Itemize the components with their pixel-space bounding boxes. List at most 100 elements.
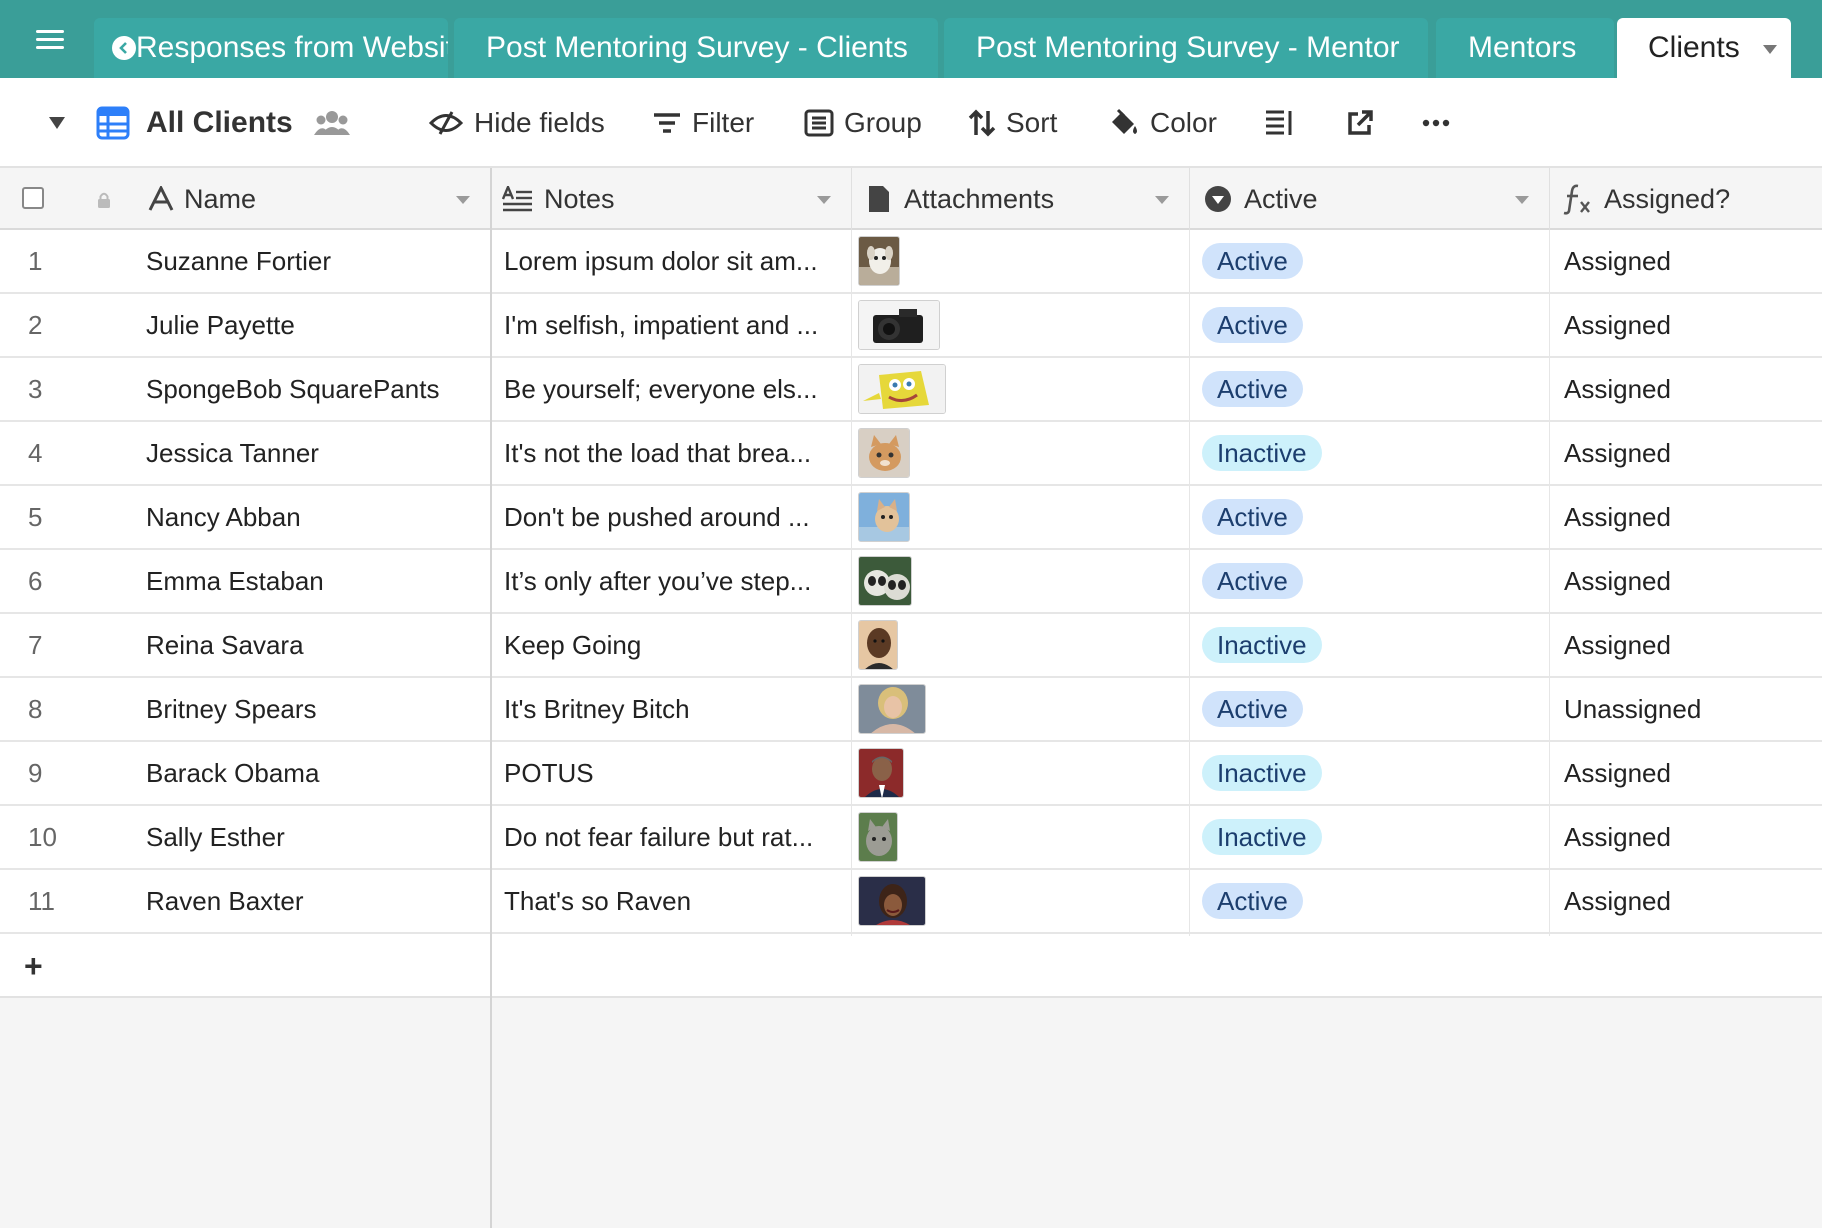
attachment-thumbnail[interactable] bbox=[858, 556, 912, 606]
status-cell[interactable]: Active bbox=[1190, 486, 1550, 548]
attachments-cell[interactable] bbox=[852, 870, 1190, 932]
table-row[interactable]: 7 Reina Savara Keep Going Inactive Assigned bbox=[0, 614, 1822, 678]
notes-cell[interactable]: Do not fear failure but rat... bbox=[492, 806, 852, 868]
attachments-cell[interactable] bbox=[852, 614, 1190, 676]
name-cell[interactable]: Suzanne Fortier bbox=[130, 230, 492, 292]
hamburger-menu-icon[interactable] bbox=[36, 28, 66, 52]
name-cell[interactable]: Raven Baxter bbox=[130, 870, 492, 932]
table-row[interactable]: 1 Suzanne Fortier Lorem ipsum dolor sit am… bbox=[0, 230, 1822, 294]
attachments-cell[interactable] bbox=[852, 550, 1190, 612]
attachments-cell[interactable] bbox=[852, 422, 1190, 484]
attachments-cell[interactable] bbox=[852, 742, 1190, 804]
column-header-attachments[interactable]: Attachments bbox=[852, 168, 1190, 230]
notes-cell[interactable]: It’s only after you’ve step... bbox=[492, 550, 852, 612]
status-cell[interactable]: Active bbox=[1190, 870, 1550, 932]
share-view-button[interactable] bbox=[1346, 78, 1384, 168]
status-cell[interactable]: Active bbox=[1190, 230, 1550, 292]
attachment-thumbnail[interactable] bbox=[858, 748, 904, 798]
name-cell[interactable]: Julie Payette bbox=[130, 294, 492, 356]
notes-cell[interactable]: Lorem ipsum dolor sit am... bbox=[492, 230, 852, 292]
notes-cell[interactable]: I'm selfish, impatient and ... bbox=[492, 294, 852, 356]
tab-label: Post Mentoring Survey - Mentor bbox=[976, 31, 1400, 64]
name-cell[interactable]: Emma Estaban bbox=[130, 550, 492, 612]
attachment-thumbnail[interactable] bbox=[858, 876, 926, 926]
table-row[interactable]: 3 SpongeBob SquarePants Be yourself; every… bbox=[0, 358, 1822, 422]
attachment-thumbnail[interactable] bbox=[858, 428, 910, 478]
add-record-plus-icon[interactable]: + bbox=[24, 950, 48, 982]
table-row[interactable]: 11 Raven Baxter That's so Raven Active Assig… bbox=[0, 870, 1822, 934]
table-row[interactable]: 8 Britney Spears It's Britney Bitch Active U… bbox=[0, 678, 1822, 742]
select-all-checkbox[interactable] bbox=[22, 187, 44, 209]
tab-clients[interactable]: Clients bbox=[1617, 18, 1791, 78]
attachments-cell[interactable] bbox=[852, 486, 1190, 548]
attachments-cell[interactable] bbox=[852, 294, 1190, 356]
notes-cell[interactable]: That's so Raven bbox=[492, 870, 852, 932]
color-button[interactable]: Color bbox=[1108, 78, 1217, 168]
name-cell[interactable]: SpongeBob SquarePants bbox=[130, 358, 492, 420]
name-cell[interactable]: Britney Spears bbox=[130, 678, 492, 740]
notes-cell[interactable]: It's not the load that brea... bbox=[492, 422, 852, 484]
column-header-active[interactable]: Active bbox=[1190, 168, 1550, 230]
scroll-left-icon[interactable] bbox=[112, 36, 136, 60]
tab-menu-caret-icon[interactable] bbox=[1763, 45, 1777, 54]
attachment-thumbnail[interactable] bbox=[858, 492, 910, 542]
status-cell[interactable]: Inactive bbox=[1190, 806, 1550, 868]
attachments-cell[interactable] bbox=[852, 678, 1190, 740]
name-cell[interactable]: Nancy Abban bbox=[130, 486, 492, 548]
view-switcher-toggle[interactable] bbox=[48, 78, 76, 168]
sort-button[interactable]: Sort bbox=[968, 78, 1057, 168]
collaborative-view-icon[interactable] bbox=[314, 78, 360, 168]
view-name-button[interactable]: All Clients bbox=[96, 78, 293, 168]
column-menu-caret-icon[interactable] bbox=[1155, 196, 1169, 204]
name-cell[interactable]: Jessica Tanner bbox=[130, 422, 492, 484]
attachment-thumbnail[interactable] bbox=[858, 620, 898, 670]
attachment-thumbnail[interactable] bbox=[858, 364, 946, 414]
formula-icon bbox=[1563, 184, 1590, 215]
notes-cell[interactable]: Don't be pushed around ... bbox=[492, 486, 852, 548]
status-cell[interactable]: Active bbox=[1190, 550, 1550, 612]
column-menu-caret-icon[interactable] bbox=[817, 196, 831, 204]
hide-fields-button[interactable]: Hide fields bbox=[428, 78, 605, 168]
status-cell[interactable]: Inactive bbox=[1190, 614, 1550, 676]
column-menu-caret-icon[interactable] bbox=[1515, 196, 1529, 204]
attachments-cell[interactable] bbox=[852, 230, 1190, 292]
tab-post-mentoring-survey-mentor[interactable]: Post Mentoring Survey - Mentor bbox=[944, 18, 1428, 78]
name-cell[interactable]: Reina Savara bbox=[130, 614, 492, 676]
attachment-thumbnail[interactable] bbox=[858, 236, 900, 286]
group-button[interactable]: Group bbox=[804, 78, 922, 168]
notes-cell[interactable]: POTUS bbox=[492, 742, 852, 804]
add-record-row[interactable]: + bbox=[0, 936, 1822, 998]
status-cell[interactable]: Active bbox=[1190, 678, 1550, 740]
status-cell[interactable]: Active bbox=[1190, 358, 1550, 420]
table-row[interactable]: 6 Emma Estaban It’s only after you’ve step… bbox=[0, 550, 1822, 614]
attachments-cell[interactable] bbox=[852, 358, 1190, 420]
attachment-thumbnail[interactable] bbox=[858, 812, 898, 862]
tab-mentors[interactable]: Mentors bbox=[1436, 18, 1614, 78]
table-row[interactable]: 9 Barack Obama POTUS Inactive Assigned bbox=[0, 742, 1822, 806]
table-row[interactable]: 5 Nancy Abban Don't be pushed around ... Ac… bbox=[0, 486, 1822, 550]
notes-cell[interactable]: It's Britney Bitch bbox=[492, 678, 852, 740]
notes-cell[interactable]: Be yourself; everyone els... bbox=[492, 358, 852, 420]
tab-responses-from-website[interactable]: Responses from Website bbox=[94, 18, 448, 78]
more-options-button[interactable] bbox=[1422, 78, 1460, 168]
status-cell[interactable]: Inactive bbox=[1190, 422, 1550, 484]
attachment-thumbnail[interactable] bbox=[858, 300, 940, 350]
name-cell[interactable]: Barack Obama bbox=[130, 742, 492, 804]
row-height-button[interactable] bbox=[1264, 78, 1304, 168]
column-header-assigned[interactable]: Assigned? bbox=[1550, 168, 1822, 230]
tab-post-mentoring-survey-clients[interactable]: Post Mentoring Survey - Clients bbox=[454, 18, 938, 78]
filter-button[interactable]: Filter bbox=[652, 78, 754, 168]
name-cell[interactable]: Sally Esther bbox=[130, 806, 492, 868]
status-cell[interactable]: Active bbox=[1190, 294, 1550, 356]
attachment-thumbnail[interactable] bbox=[858, 684, 926, 734]
status-cell[interactable]: Inactive bbox=[1190, 742, 1550, 804]
table-row[interactable]: 10 Sally Esther Do not fear failure but ra… bbox=[0, 806, 1822, 870]
column-header-notes[interactable]: Notes bbox=[492, 168, 852, 230]
column-menu-caret-icon[interactable] bbox=[456, 196, 470, 204]
assigned-cell-text: Assigned bbox=[1564, 821, 1671, 852]
attachments-cell[interactable] bbox=[852, 806, 1190, 868]
table-row[interactable]: 4 Jessica Tanner It's not the load that br… bbox=[0, 422, 1822, 486]
table-row[interactable]: 2 Julie Payette I'm selfish, impatient and… bbox=[0, 294, 1822, 358]
notes-cell[interactable]: Keep Going bbox=[492, 614, 852, 676]
column-header-name[interactable]: Name bbox=[130, 168, 492, 230]
